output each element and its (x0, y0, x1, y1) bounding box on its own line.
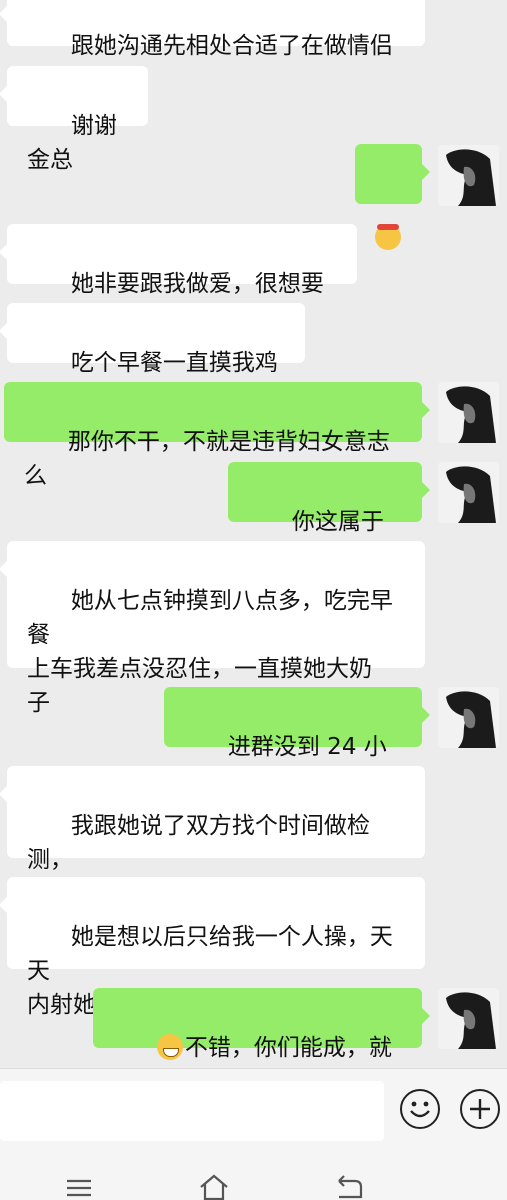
back-icon[interactable] (335, 1175, 363, 1199)
plus-icon (470, 1099, 490, 1119)
incoming-message-bubble[interactable]: 她从七点钟摸到八点多，吃完早餐 上车我差点没忍住，一直摸她大奶 子 (0, 541, 425, 716)
menu-icon[interactable] (66, 1179, 92, 1197)
incoming-message-bubble[interactable]: 她非要跟我做爱，很想要我 (0, 224, 357, 331)
mad-emoji-icon (375, 224, 401, 250)
outgoing-message-bubble[interactable] (355, 144, 430, 250)
incoming-message-bubble[interactable]: 她是想以后只给我一个人操，天天 内射她 (0, 877, 425, 1018)
grin-emoji-icon (156, 1034, 183, 1060)
avatar-image (438, 145, 499, 206)
user-avatar[interactable] (438, 382, 499, 443)
user-avatar[interactable] (438, 145, 499, 206)
incoming-message-bubble[interactable]: 我跟她说了双方找个时间做检测， 没问题她就上环 (0, 766, 425, 907)
user-avatar[interactable] (438, 462, 499, 523)
emoji-button[interactable] (400, 1089, 440, 1129)
avatar-image (438, 687, 499, 748)
incoming-message-bubble[interactable]: 跟她沟通先相处合适了在做情侣 (0, 0, 425, 59)
message-input[interactable] (0, 1081, 384, 1141)
input-bar (0, 1068, 507, 1151)
message-text: 跟她沟通先相处合适了在做情侣 (70, 33, 393, 59)
outgoing-message-bubble[interactable]: 那你不干，不就是违背妇女意志么 (4, 382, 430, 489)
incoming-message-bubble[interactable]: 谢谢金总 (0, 66, 148, 173)
home-icon[interactable] (198, 1173, 230, 1200)
outgoing-message-bubble[interactable]: 你这属于犯罪 (228, 462, 430, 569)
avatar-image (438, 382, 499, 443)
avatar-image (438, 462, 499, 523)
user-avatar[interactable] (438, 988, 499, 1049)
outgoing-message-bubble[interactable]: 不错，你们能成，就好 (93, 988, 430, 1061)
message-text: 不错，你们能成，就好 (184, 1035, 392, 1061)
incoming-message-bubble[interactable]: 吃个早餐一直摸我鸡巴 (0, 303, 305, 410)
message-text: 谢谢金总 (27, 113, 117, 173)
system-nav-bar (0, 1151, 507, 1200)
user-avatar[interactable] (438, 687, 499, 748)
avatar-image (438, 988, 499, 1049)
outgoing-message-bubble[interactable]: 进群没到 24 小时吧 (164, 687, 430, 794)
chat-area[interactable]: 跟她沟通先相处合适了在做情侣 谢谢金总 她非要跟我做爱，很想要我 吃个早餐 (0, 0, 507, 1068)
smiley-icon (410, 1101, 430, 1118)
plus-button[interactable] (460, 1089, 500, 1129)
